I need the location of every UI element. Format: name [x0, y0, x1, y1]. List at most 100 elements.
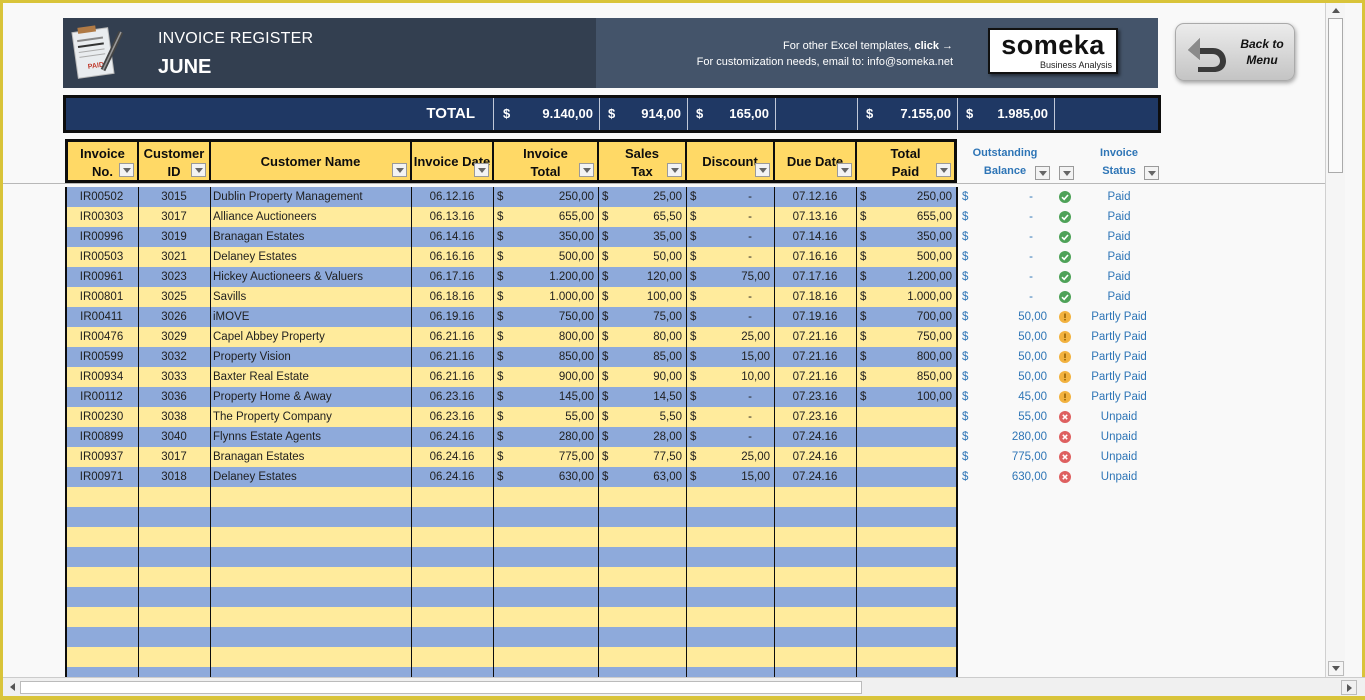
- cell-discount[interactable]: [686, 667, 774, 677]
- filter-dropdown-button[interactable]: [1059, 166, 1074, 180]
- cell-customer-name[interactable]: [210, 547, 411, 567]
- cell-customer-id[interactable]: 3025: [138, 287, 210, 307]
- cell-invoice-date[interactable]: 06.17.16: [411, 267, 493, 287]
- status-row[interactable]: $ - Paid: [958, 247, 1168, 267]
- total-due-date-empty[interactable]: [776, 98, 858, 130]
- table-row[interactable]: IR00961 3023 Hickey Auctioneers & Valuers 0…: [65, 267, 956, 287]
- cell-invoice-total[interactable]: $500,00: [493, 247, 598, 267]
- cell-invoice-total[interactable]: $350,00: [493, 227, 598, 247]
- cell-total-paid[interactable]: $1.200,00: [856, 267, 956, 287]
- cell-invoice-no[interactable]: IR00502: [65, 187, 138, 207]
- empty-table-row[interactable]: [65, 647, 956, 667]
- cell-due-date[interactable]: 07.23.16: [774, 387, 856, 407]
- empty-table-row[interactable]: [65, 587, 956, 607]
- header-customer-name[interactable]: Customer Name: [210, 139, 411, 183]
- cell-customer-id[interactable]: 3036: [138, 387, 210, 407]
- status-row[interactable]: $ - Paid: [958, 287, 1168, 307]
- cell-total-paid[interactable]: [856, 667, 956, 677]
- cell-discount[interactable]: $ -: [686, 307, 774, 327]
- filter-dropdown-button[interactable]: [1144, 166, 1159, 180]
- cell-due-date[interactable]: [774, 647, 856, 667]
- vertical-scrollbar-thumb[interactable]: [1328, 18, 1343, 173]
- cell-discount[interactable]: $ -: [686, 407, 774, 427]
- cell-customer-name[interactable]: Capel Abbey Property: [210, 327, 411, 347]
- cell-discount[interactable]: [686, 647, 774, 667]
- cell-due-date[interactable]: [774, 607, 856, 627]
- header-customer-id[interactable]: Customer ID: [138, 139, 210, 183]
- cell-sales-tax[interactable]: $120,00: [598, 267, 686, 287]
- cell-invoice-total[interactable]: $655,00: [493, 207, 598, 227]
- cell-sales-tax[interactable]: [598, 567, 686, 587]
- table-row[interactable]: IR00303 3017 Alliance Auctioneers 06.13.16 $…: [65, 207, 956, 227]
- cell-sales-tax[interactable]: [598, 627, 686, 647]
- cell-total-paid[interactable]: $100,00: [856, 387, 956, 407]
- cell-invoice-date[interactable]: 06.16.16: [411, 247, 493, 267]
- cell-due-date[interactable]: 07.19.16: [774, 307, 856, 327]
- cell-total-paid[interactable]: [856, 547, 956, 567]
- table-row[interactable]: IR00502 3015 Dublin Property Management 06.…: [65, 187, 956, 207]
- cell-sales-tax[interactable]: $65,50: [598, 207, 686, 227]
- cell-customer-name[interactable]: Branagan Estates: [210, 447, 411, 467]
- cell-invoice-total[interactable]: [493, 507, 598, 527]
- table-row[interactable]: IR00996 3019 Branagan Estates 06.14.16 $350,…: [65, 227, 956, 247]
- cell-customer-id[interactable]: [138, 667, 210, 677]
- cell-sales-tax[interactable]: [598, 527, 686, 547]
- cell-invoice-date[interactable]: 06.13.16: [411, 207, 493, 227]
- header-invoice-total[interactable]: Invoice Total: [493, 139, 598, 183]
- filter-dropdown-button[interactable]: [1035, 166, 1050, 180]
- cell-total-paid[interactable]: [856, 647, 956, 667]
- header-due-date[interactable]: Due Date: [774, 139, 856, 183]
- cell-invoice-no[interactable]: IR00996: [65, 227, 138, 247]
- cell-invoice-no[interactable]: IR00971: [65, 467, 138, 487]
- cell-invoice-total[interactable]: $800,00: [493, 327, 598, 347]
- table-row[interactable]: IR00934 3033 Baxter Real Estate 06.21.16 $90…: [65, 367, 956, 387]
- cell-discount[interactable]: $ -: [686, 287, 774, 307]
- cell-invoice-no[interactable]: [65, 607, 138, 627]
- cell-customer-name[interactable]: The Property Company: [210, 407, 411, 427]
- cell-total-paid[interactable]: [856, 427, 956, 447]
- cell-invoice-date[interactable]: 06.24.16: [411, 447, 493, 467]
- cell-due-date[interactable]: [774, 487, 856, 507]
- cell-discount[interactable]: $ -: [686, 227, 774, 247]
- cell-customer-name[interactable]: Dublin Property Management: [210, 187, 411, 207]
- cell-sales-tax[interactable]: [598, 607, 686, 627]
- status-row[interactable]: $55,00 Unpaid: [958, 407, 1168, 427]
- cell-customer-name[interactable]: [210, 627, 411, 647]
- cell-total-paid[interactable]: [856, 447, 956, 467]
- cell-customer-name[interactable]: [210, 567, 411, 587]
- cell-invoice-total[interactable]: $145,00: [493, 387, 598, 407]
- cell-total-paid[interactable]: [856, 507, 956, 527]
- table-row[interactable]: IR00230 3038 The Property Company 06.23.16 $…: [65, 407, 956, 427]
- cell-due-date[interactable]: 07.24.16: [774, 467, 856, 487]
- cell-customer-id[interactable]: 3021: [138, 247, 210, 267]
- cell-due-date[interactable]: 07.13.16: [774, 207, 856, 227]
- templates-link[interactable]: For other Excel templates, click →: [783, 40, 953, 52]
- scroll-left-arrow-icon[interactable]: [5, 680, 21, 695]
- cell-sales-tax[interactable]: $100,00: [598, 287, 686, 307]
- cell-total-paid[interactable]: $350,00: [856, 227, 956, 247]
- cell-invoice-date[interactable]: [411, 527, 493, 547]
- cell-due-date[interactable]: [774, 627, 856, 647]
- cell-sales-tax[interactable]: $85,00: [598, 347, 686, 367]
- cell-total-paid[interactable]: $750,00: [856, 327, 956, 347]
- filter-dropdown-button[interactable]: [191, 163, 206, 177]
- cell-discount[interactable]: [686, 547, 774, 567]
- cell-customer-name[interactable]: Hickey Auctioneers & Valuers: [210, 267, 411, 287]
- cell-invoice-total[interactable]: [493, 587, 598, 607]
- status-row[interactable]: $45,00 Partly Paid: [958, 387, 1168, 407]
- cell-discount[interactable]: $10,00: [686, 367, 774, 387]
- cell-customer-name[interactable]: [210, 487, 411, 507]
- cell-invoice-total[interactable]: $55,00: [493, 407, 598, 427]
- cell-invoice-no[interactable]: [65, 527, 138, 547]
- cell-invoice-date[interactable]: [411, 547, 493, 567]
- table-row[interactable]: IR00476 3029 Capel Abbey Property 06.21.16 $…: [65, 327, 956, 347]
- cell-sales-tax[interactable]: [598, 647, 686, 667]
- back-to-menu-button[interactable]: Back to Menu: [1175, 23, 1295, 81]
- cell-discount[interactable]: $75,00: [686, 267, 774, 287]
- cell-discount[interactable]: $ -: [686, 207, 774, 227]
- cell-invoice-total[interactable]: $750,00: [493, 307, 598, 327]
- cell-invoice-no[interactable]: IR00899: [65, 427, 138, 447]
- cell-invoice-date[interactable]: 06.24.16: [411, 427, 493, 447]
- cell-total-paid[interactable]: [856, 467, 956, 487]
- cell-due-date[interactable]: 07.21.16: [774, 327, 856, 347]
